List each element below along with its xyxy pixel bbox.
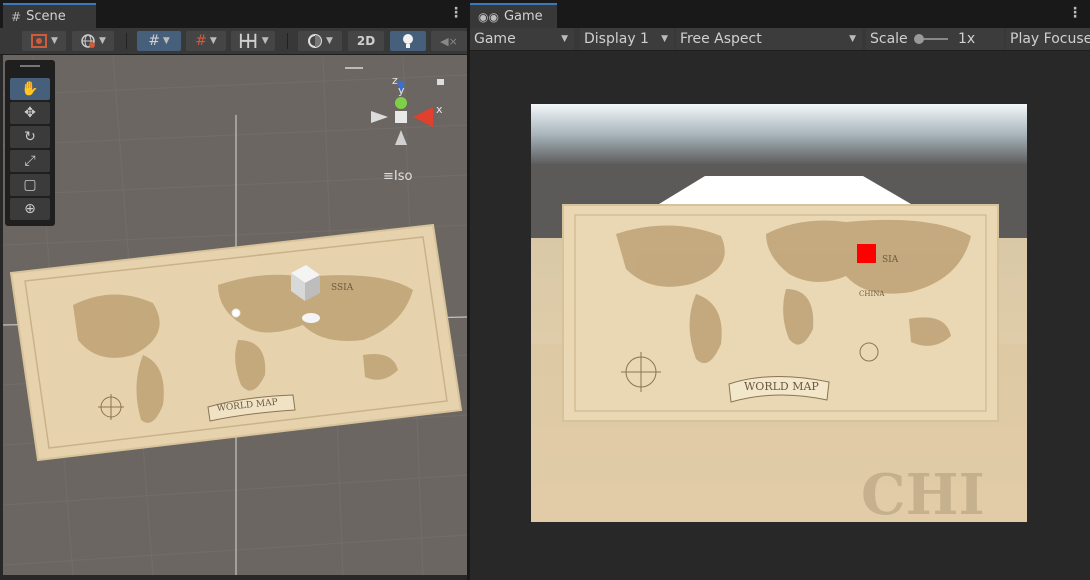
grid-snap-icon: # (148, 33, 160, 49)
aspect-value: Free Aspect (680, 31, 762, 47)
play-focused-toggle[interactable]: Play Focuse (1006, 28, 1090, 50)
chevron-down-icon: ▼ (206, 36, 217, 46)
audio-toggle[interactable]: ◀× (431, 31, 467, 51)
scale-tool-icon[interactable]: ⤢ (10, 150, 50, 172)
ruler-dropdown[interactable]: ┣╋┫ ▼ (231, 31, 275, 51)
aspect-select[interactable]: Free Aspect ▼ (676, 28, 862, 50)
kebab-icon[interactable]: ⋮ (449, 6, 463, 20)
game-map-china-text: CHINA (859, 290, 885, 298)
lighting-toggle[interactable] (390, 31, 426, 51)
increment-snap-dropdown[interactable]: # ▼ (186, 31, 226, 51)
game-scene-render: CHI WORLD MAP SIA CHINA (531, 104, 1027, 522)
game-panel: ◉◉ Game ⋮ Game ▼ Display 1 ▼ Free Aspect… (470, 0, 1090, 580)
tab-scene[interactable]: # Scene (3, 3, 96, 28)
shading-icon (31, 34, 48, 48)
game-viewport: CHI WORLD MAP SIA CHINA (470, 51, 1090, 580)
display-select[interactable]: Display 1 ▼ (580, 28, 674, 50)
game-mode-select[interactable]: Game ▼ (470, 28, 574, 50)
gamepad-icon: ◉◉ (478, 9, 499, 24)
chevron-down-icon: ▼ (323, 36, 333, 46)
kebab-icon[interactable]: ⋮ (1068, 6, 1082, 20)
move-tool-icon[interactable]: ✥ (10, 102, 50, 124)
grid-snap-toggle[interactable]: # ▼ (137, 31, 181, 51)
scene-toolbar: ▼ ▼ # ▼ # ▼ ┣╋┫ ▼ ▼ 2D ◀× (0, 28, 467, 55)
draw-mode-dropdown[interactable]: ▼ (22, 31, 66, 51)
scale-value: 1x (958, 31, 976, 47)
scale-control: Scale 1x (866, 28, 1004, 50)
display-value: Display 1 (584, 31, 649, 47)
chevron-down-icon: ▼ (661, 34, 668, 44)
scene-panel: # Scene ⋮ ▼ ▼ # ▼ # ▼ ┣╋┫ ▼ ▼ 2D ◀× SSIA… (0, 0, 467, 580)
toolbar-separator (126, 33, 127, 49)
chevron-down-icon: ▼ (48, 36, 58, 46)
chevron-down-icon: ▼ (159, 36, 170, 46)
scene-viewport[interactable]: SSIA WORLD MAP z y x ≡Iso (3, 55, 467, 575)
tab-game-label: Game (503, 9, 543, 24)
chevron-down-icon: ▼ (849, 34, 856, 44)
game-toolbar: Game ▼ Display 1 ▼ Free Aspect ▼ Scale 1… (470, 28, 1090, 51)
chevron-down-icon: ▼ (258, 36, 269, 46)
game-map-title-text: WORLD MAP (744, 380, 819, 393)
ruler-icon: ┣╋┫ (237, 34, 259, 48)
projection-toggle[interactable]: ≡Iso (383, 169, 412, 184)
tab-scene-label: Scene (26, 9, 66, 24)
scale-label: Scale (870, 31, 908, 47)
rotate-tool-icon[interactable]: ↻ (10, 126, 50, 148)
increment-snap-icon: # (195, 33, 207, 49)
menu-lines-icon: ≡ (383, 169, 394, 184)
gizmo-x-label: x (436, 103, 443, 116)
transform-tool-icon[interactable]: ⊕ (10, 198, 50, 220)
red-cube-marker (857, 244, 876, 263)
scene-grid: SSIA WORLD MAP (3, 55, 467, 575)
lightbulb-icon (403, 34, 413, 48)
tools-overlay: ✋ ✥ ↻ ⤢ ▢ ⊕ (5, 60, 55, 226)
tab-game[interactable]: ◉◉ Game (470, 3, 557, 28)
gizmo-y-label: y (398, 84, 405, 97)
game-tabbar: ◉◉ Game ⋮ (470, 0, 1090, 28)
hash-icon: # (11, 9, 22, 24)
hand-tool-icon[interactable]: ✋ (10, 78, 50, 100)
drag-handle[interactable] (20, 65, 40, 67)
game-map-region-text: SIA (882, 255, 899, 265)
sphere-icon (308, 34, 323, 48)
chevron-down-icon: ▼ (96, 36, 106, 46)
2d-toggle[interactable]: 2D (348, 31, 384, 51)
game-mode-value: Game (474, 31, 516, 47)
audio-mute-icon: ◀× (440, 34, 458, 48)
scene-map-region-text: SSIA (331, 283, 354, 293)
game-render-canvas[interactable]: CHI WORLD MAP SIA CHINA (531, 104, 1027, 522)
gizmo-z-label: z (392, 74, 398, 87)
render-mode-dropdown[interactable]: ▼ (298, 31, 342, 51)
chevron-down-icon: ▼ (561, 34, 568, 44)
scene-tabbar: # Scene ⋮ (0, 0, 467, 28)
projection-label: Iso (393, 169, 413, 184)
rect-tool-icon[interactable]: ▢ (10, 174, 50, 196)
blurred-ground-text: CHI (861, 462, 985, 522)
scale-slider-thumb[interactable] (914, 34, 924, 44)
globe-icon (81, 34, 96, 48)
toolbar-separator (287, 33, 288, 49)
scene-globe-dropdown[interactable]: ▼ (72, 31, 114, 51)
